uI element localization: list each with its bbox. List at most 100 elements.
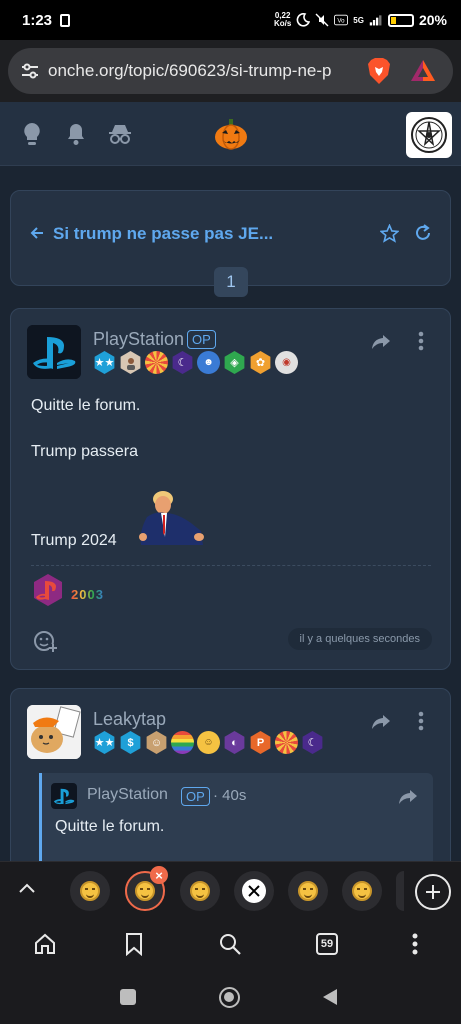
more-options-icon[interactable] (418, 711, 424, 736)
browser-chrome: onche.org/topic/690623/si-trump-ne-p (0, 40, 461, 102)
star-icon[interactable] (379, 223, 400, 248)
home-nav-icon[interactable] (219, 987, 240, 1008)
smiley-icon (80, 881, 100, 901)
volte-icon: Vo (334, 13, 349, 27)
portrait-badge-icon (120, 351, 141, 374)
address-bar[interactable]: onche.org/topic/690623/si-trump-ne-p (8, 48, 453, 94)
menu-icon[interactable] (402, 931, 428, 957)
post-line: Trump 2024 (31, 532, 117, 549)
smiley-icon (352, 881, 372, 901)
bookmark-icon[interactable] (121, 931, 147, 957)
tab-thumbnail[interactable] (234, 871, 274, 911)
network-speed: 0,22 Ko/s (274, 12, 291, 28)
avatar[interactable] (27, 705, 81, 759)
quote-share-icon[interactable] (398, 788, 418, 811)
search-icon[interactable] (217, 931, 243, 957)
incognito-icon[interactable] (108, 122, 132, 151)
badge-row: ★★ $ ☺ ☺ ◐ P ☾ (93, 731, 324, 754)
tab-thumbnail[interactable] (342, 871, 382, 911)
share-icon[interactable] (371, 333, 391, 356)
topic-title[interactable]: Si trump ne passe pas JE... (53, 224, 273, 244)
stars-badge-icon: ★★ (94, 731, 115, 754)
post-card: Leakytap ★★ $ ☺ ☺ ◐ P ☾ PlayStation OP ·… (10, 688, 451, 861)
rainbow-badge-icon (171, 731, 194, 754)
astronaut-badge-icon: ◉ (275, 351, 298, 374)
sunburst-badge-icon (145, 351, 168, 374)
site-logo[interactable] (406, 112, 452, 158)
browser-toolbar: 59 (0, 919, 461, 969)
new-tab-icon[interactable] (415, 874, 451, 910)
battery-icon (387, 13, 414, 27)
refresh-icon[interactable] (414, 224, 432, 247)
post-timestamp: il y a quelques secondes (287, 628, 432, 650)
avatar[interactable] (27, 325, 81, 379)
tab-thumbnail[interactable] (288, 871, 328, 911)
svg-text:Vo: Vo (338, 18, 346, 25)
add-reaction-icon[interactable] (33, 629, 57, 658)
trump-sticker (137, 487, 207, 549)
battery-percent: 20% (418, 12, 447, 28)
quote-text: Quitte le forum. (55, 818, 165, 835)
smiley-icon (190, 881, 210, 901)
tune-icon[interactable] (20, 61, 40, 81)
tab-thumbnail[interactable] (180, 871, 220, 911)
share-icon[interactable] (371, 713, 391, 736)
tab-thumbnail-partial[interactable] (396, 871, 404, 911)
moon-icon (296, 13, 311, 27)
status-time: 1:23 (22, 11, 53, 29)
post-separator (31, 565, 431, 566)
x-logo-icon (242, 879, 266, 903)
post-line: Trump passera (31, 443, 138, 460)
quote-op-badge: OP (181, 787, 210, 806)
portrait-badge-icon: ☺ (146, 731, 167, 754)
signal-icon (369, 13, 383, 27)
tab-count: 59 (316, 933, 338, 955)
stars-badge-icon: ★★ (94, 351, 115, 374)
topic-header-card: Si trump ne passe pas JE... 1 (10, 190, 451, 297)
back-arrow-icon[interactable] (29, 225, 45, 246)
network-type: 5G (353, 15, 364, 25)
smiley-icon (135, 881, 155, 901)
screen: 1:23 0,22 Ko/s Vo 5G 20% onche.org/topic… (0, 0, 461, 1024)
topic-content: Si trump ne passe pas JE... 1 PlayStatio… (0, 167, 461, 861)
palette-badge-icon: ✿ (250, 351, 271, 374)
status-right: 0,22 Ko/s Vo 5G 20% (274, 12, 447, 29)
moon-badge-icon: ☾ (172, 351, 193, 374)
tab-thumbnail[interactable] (70, 871, 110, 911)
bell-icon[interactable] (66, 122, 86, 151)
ps-reaction-icon[interactable] (31, 573, 65, 607)
chevron-up-icon[interactable] (18, 881, 36, 899)
sim-icon (60, 13, 71, 27)
brave-rewards-icon[interactable] (410, 58, 436, 84)
moon-badge-icon: ☾ (302, 731, 323, 754)
laugh-badge-icon: ☺ (197, 731, 220, 754)
tab-switcher-button[interactable]: 59 (314, 931, 340, 957)
quote-avatar (51, 783, 77, 809)
badge-row: ★★ ☾ ☻ ◈ ✿ ◉ (93, 351, 298, 374)
op-badge: OP (187, 330, 216, 349)
tab-strip: × (0, 861, 461, 919)
pumpkin-icon[interactable] (214, 118, 248, 150)
status-bar: 1:23 0,22 Ko/s Vo 5G 20% (0, 0, 461, 40)
quote-author[interactable]: PlayStation (87, 786, 168, 804)
post-author[interactable]: Leakytap (93, 709, 166, 730)
brave-lion-icon[interactable] (366, 57, 392, 85)
back-icon[interactable] (322, 988, 338, 1011)
recents-icon[interactable] (120, 989, 136, 1005)
close-tab-icon[interactable]: × (150, 866, 168, 884)
lightbulb-icon[interactable] (22, 122, 42, 151)
system-nav-bar (0, 969, 461, 1024)
home-icon[interactable] (32, 931, 58, 957)
reaction-label: 2003 (71, 587, 104, 602)
gamepad-badge-icon: ◈ (224, 351, 245, 374)
quote-time: · 40s (213, 787, 247, 804)
face-badge-icon: ☻ (197, 351, 220, 374)
dollar-badge-icon: $ (120, 731, 141, 754)
monkey-badge-icon: ◐ (224, 731, 245, 754)
page-button[interactable]: 1 (214, 267, 248, 297)
quote-block: PlayStation OP · 40s Quitte le forum. (39, 773, 433, 861)
url-text[interactable]: onche.org/topic/690623/si-trump-ne-p (48, 61, 348, 81)
speed-unit: Ko/s (273, 19, 292, 28)
post-author[interactable]: PlayStation (93, 329, 184, 350)
more-options-icon[interactable] (418, 331, 424, 356)
